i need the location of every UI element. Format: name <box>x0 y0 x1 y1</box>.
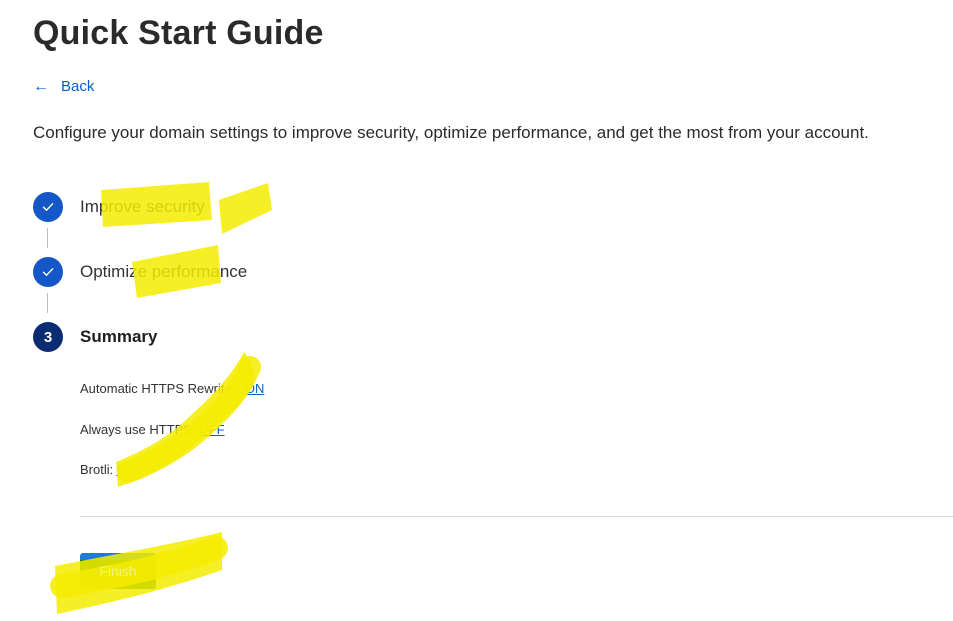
step-connector <box>47 228 48 248</box>
step-complete-badge <box>33 257 63 287</box>
check-icon <box>42 203 54 211</box>
summary-item-always-https: Always use HTTPS: OFF <box>80 422 225 437</box>
divider <box>80 516 953 517</box>
summary-item-brotli: Brotli: ON <box>80 462 136 477</box>
step-label: Summary <box>80 327 158 346</box>
summary-item-https-rewrites: Automatic HTTPS Rewrites: ON <box>80 381 264 396</box>
step-label: Improve security <box>80 197 205 216</box>
back-link[interactable]: ← Back <box>33 78 94 95</box>
highlight-stroke <box>219 183 272 234</box>
arrow-left-icon: ← <box>33 77 49 95</box>
highlighter-annotations <box>50 182 272 614</box>
highlight-stroke <box>116 352 254 487</box>
step-label: Optimize performance <box>80 262 248 281</box>
step-optimize-performance: Optimize performance <box>33 257 247 287</box>
page-title: Quick Start Guide <box>33 14 324 52</box>
step-connector <box>47 293 48 313</box>
step-improve-security: Improve security <box>33 192 205 222</box>
summary-label: Brotli: <box>80 462 114 477</box>
summary-value-link[interactable]: OFF <box>199 422 225 437</box>
summary-label: Automatic HTTPS Rewrites: <box>80 381 242 396</box>
back-label: Back <box>61 78 95 95</box>
summary-value-link[interactable]: ON <box>116 462 136 477</box>
summary-value-link[interactable]: ON <box>245 381 265 396</box>
step-number-badge: 3 <box>33 322 63 352</box>
check-icon <box>42 268 54 276</box>
step-complete-badge <box>33 192 63 222</box>
summary-label: Always use HTTPS: <box>80 422 196 437</box>
finish-label: Finish <box>99 563 137 579</box>
intro-text: Configure your domain settings to improv… <box>33 123 869 142</box>
finish-button[interactable]: Finish <box>80 553 156 589</box>
step-summary: 3 Summary <box>33 322 157 352</box>
